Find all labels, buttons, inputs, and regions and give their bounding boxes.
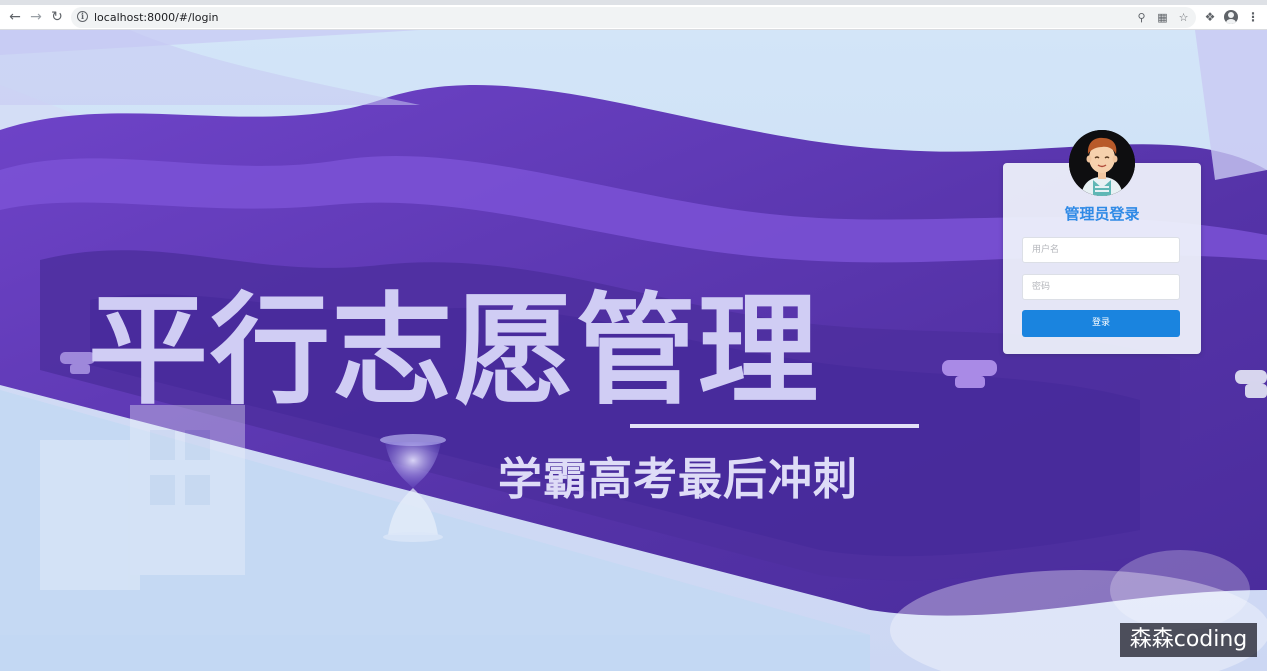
password-input[interactable] [1022,274,1180,300]
bottom-right-haze-2 [1110,550,1250,630]
username-input[interactable] [1022,237,1180,263]
address-bar[interactable]: i localhost:8000/#/login ⚲ ▦ ☆ [71,7,1196,28]
extensions-icon[interactable]: ❖ [1203,10,1217,24]
login-button[interactable]: 登录 [1022,310,1180,337]
forward-icon[interactable]: → [28,9,44,25]
site-info-icon[interactable]: i [77,11,88,22]
hero-divider [630,424,919,428]
hero-title: 平行志愿管理 [88,282,820,421]
star-icon[interactable]: ☆ [1177,11,1190,24]
translate-icon[interactable]: ▦ [1156,11,1169,24]
login-title: 管理员登录 [1064,205,1140,223]
tab-strip [0,0,1267,5]
watermark: 森森coding [1120,623,1257,657]
profile-icon[interactable] [1224,10,1238,24]
back-icon[interactable]: ← [7,9,23,25]
admin-avatar-illustration [1069,130,1135,196]
admin-avatar [1069,130,1135,196]
browser-toolbar: ← → ↻ i localhost:8000/#/login ⚲ ▦ ☆ ❖ ⋮ [0,0,1267,30]
hero-subtitle: 学霸高考最后冲刺 [498,454,858,505]
menu-icon[interactable]: ⋮ [1246,10,1260,24]
url-text[interactable]: localhost:8000/#/login [94,10,219,25]
reload-icon[interactable]: ↻ [49,9,65,25]
key-icon[interactable]: ⚲ [1135,11,1148,24]
